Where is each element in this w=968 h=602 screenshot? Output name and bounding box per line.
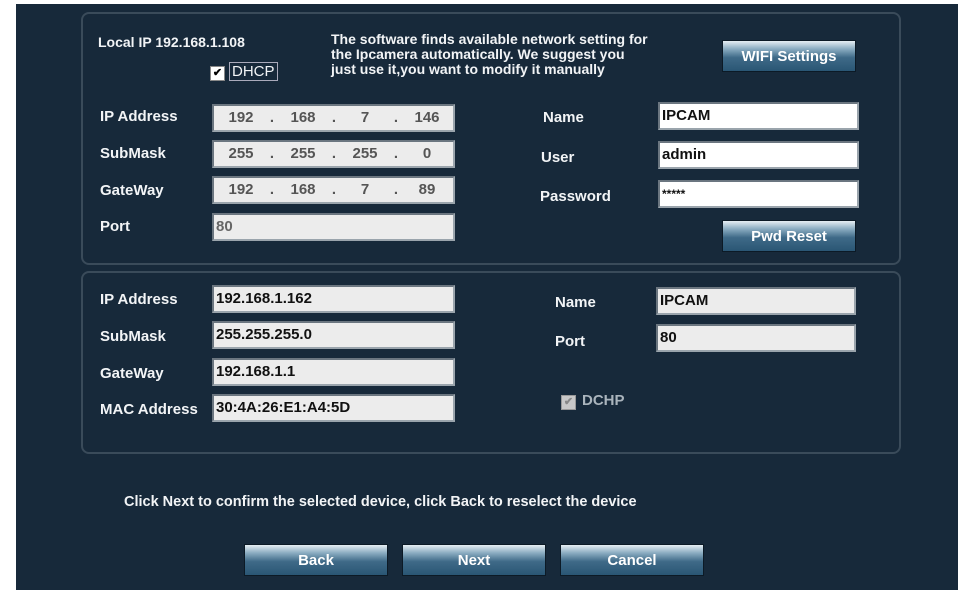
name-input[interactable]: IPCAM	[658, 102, 859, 130]
dhcp-label: DHCP	[229, 62, 278, 81]
info-line: the Ipcamera automatically. We suggest y…	[331, 46, 625, 62]
bottom-submask-field[interactable]: 255.255.255.0	[212, 321, 455, 349]
user-input[interactable]: admin	[658, 141, 859, 169]
bottom-port-field[interactable]: 80	[656, 324, 856, 352]
bottom-name-label: Name	[555, 294, 596, 311]
bottom-ip-label: IP Address	[100, 291, 178, 308]
instruction-text: Click Next to confirm the selected devic…	[124, 494, 637, 510]
ip-octet[interactable]: 168	[278, 106, 328, 130]
mask-octet[interactable]: 255	[216, 142, 266, 166]
info-text: The software finds available network set…	[331, 32, 648, 77]
password-input[interactable]: *****	[658, 180, 859, 208]
mask-octet[interactable]: 255	[278, 142, 328, 166]
bottom-name-field[interactable]: IPCAM	[656, 287, 856, 315]
info-line: The software finds available network set…	[331, 31, 648, 47]
back-button[interactable]: Back	[244, 544, 388, 576]
bottom-gateway-field[interactable]: 192.168.1.1	[212, 358, 455, 386]
submask-input[interactable]: 255. 255. 255. 0	[212, 140, 455, 168]
gateway-octet[interactable]: 192	[216, 178, 266, 202]
mask-octet[interactable]: 0	[402, 142, 452, 166]
ip-address-input[interactable]: 192. 168. 7. 146	[212, 104, 455, 132]
bottom-gateway-label: GateWay	[100, 365, 164, 382]
gateway-octet[interactable]: 89	[402, 178, 452, 202]
next-button[interactable]: Next	[402, 544, 546, 576]
port-input[interactable]: 80	[212, 213, 455, 241]
password-label: Password	[540, 188, 611, 205]
bottom-submask-label: SubMask	[100, 328, 166, 345]
mask-octet[interactable]: 255	[340, 142, 390, 166]
port-label: Port	[100, 218, 130, 235]
mac-label: MAC Address	[100, 401, 198, 418]
gateway-octet[interactable]: 168	[278, 178, 328, 202]
ip-octet[interactable]: 146	[402, 106, 452, 130]
dchp-checkbox[interactable]: ✔	[561, 395, 576, 410]
bottom-ip-field[interactable]: 192.168.1.162	[212, 285, 455, 313]
cancel-button[interactable]: Cancel	[560, 544, 704, 576]
ip-address-label: IP Address	[100, 108, 178, 125]
pwd-reset-button[interactable]: Pwd Reset	[722, 220, 856, 252]
wifi-settings-button[interactable]: WIFI Settings	[722, 40, 856, 72]
local-ip-label: Local IP 192.168.1.108	[98, 34, 245, 50]
name-label: Name	[543, 109, 584, 126]
dhcp-checkbox[interactable]: ✔	[210, 66, 225, 81]
bottom-port-label: Port	[555, 333, 585, 350]
gateway-input[interactable]: 192. 168. 7. 89	[212, 176, 455, 204]
ip-octet[interactable]: 7	[340, 106, 390, 130]
setup-window: Local IP 192.168.1.108 ✔ DHCP The softwa…	[16, 4, 958, 590]
ip-octet[interactable]: 192	[216, 106, 266, 130]
mac-field[interactable]: 30:4A:26:E1:A4:5D	[212, 394, 455, 422]
submask-label: SubMask	[100, 145, 166, 162]
info-line: just use it,you want to modify it manual…	[331, 61, 605, 77]
user-label: User	[541, 149, 575, 166]
gateway-label: GateWay	[100, 182, 164, 199]
gateway-octet[interactable]: 7	[340, 178, 390, 202]
dchp-label: DCHP	[582, 392, 625, 409]
